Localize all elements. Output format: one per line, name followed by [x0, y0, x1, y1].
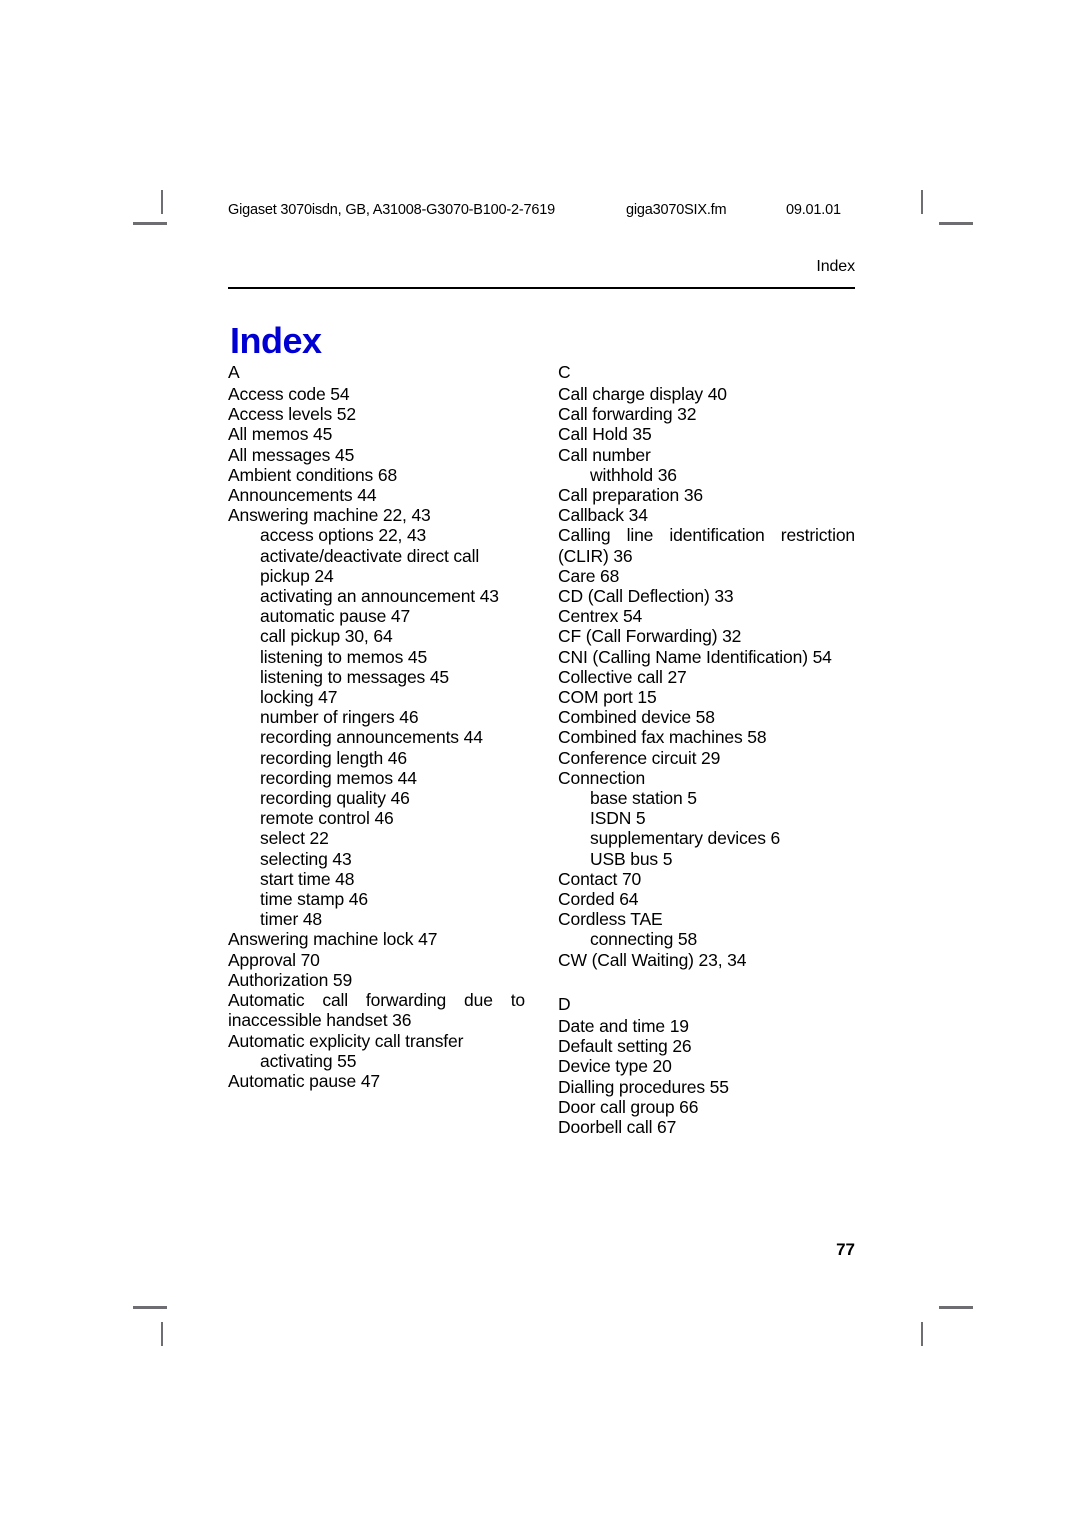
index-entry[interactable]: Corded 64 — [558, 889, 855, 909]
index-entry[interactable]: Callback 34 — [558, 505, 855, 525]
running-head: Index — [816, 258, 855, 275]
index-sub-entry[interactable]: selecting 43 — [228, 849, 525, 869]
index-entry[interactable]: Contact 70 — [558, 869, 855, 889]
index-letter-heading: A — [228, 362, 240, 382]
index-sub-entry[interactable]: time stamp 46 — [228, 889, 525, 909]
index-entry[interactable]: Combined fax machines 58 — [558, 727, 855, 747]
index-entry[interactable]: Date and time 19 — [558, 1016, 855, 1036]
index-sub-entry[interactable]: number of ringers 46 — [228, 707, 525, 727]
page-number: 77 — [836, 1240, 855, 1259]
index-entry[interactable]: Call Hold 35 — [558, 424, 855, 444]
index-entry[interactable]: COM port 15 — [558, 687, 855, 707]
index-entry[interactable]: Call forwarding 32 — [558, 404, 855, 424]
index-entry[interactable]: Centrex 54 — [558, 606, 855, 626]
production-header: Gigaset 3070isdn, GB, A31008-G3070-B100-… — [228, 198, 918, 222]
crop-mark-bottom-right-vertical — [921, 1322, 923, 1346]
index-entry[interactable]: Approval 70 — [228, 950, 525, 970]
document-id-text: Gigaset 3070isdn, GB, A31008-G3070-B100-… — [228, 202, 555, 218]
index-entry[interactable]: All memos 45 — [228, 424, 525, 444]
index-sub-entry[interactable]: base station 5 — [558, 788, 855, 808]
index-sub-entry[interactable]: ISDN 5 — [558, 808, 855, 828]
index-sub-entry[interactable]: select 22 — [228, 828, 525, 848]
index-entry[interactable]: Answering machine 22, 43 — [228, 505, 525, 525]
index-entry[interactable]: Automatic explicity call transfer — [228, 1031, 525, 1051]
crop-mark-bottom-right-horizontal — [939, 1306, 973, 1309]
index-sub-entry[interactable]: remote control 46 — [228, 808, 525, 828]
index-sub-entry[interactable]: supplementary devices 6 — [558, 828, 855, 848]
index-entry[interactable]: Authorization 59 — [228, 970, 525, 990]
index-entry[interactable]: Default setting 26 — [558, 1036, 855, 1056]
index-entry[interactable]: Access code 54 — [228, 384, 525, 404]
index-sub-entry[interactable]: recording memos 44 — [228, 768, 525, 788]
crop-mark-bottom-left-horizontal — [133, 1306, 167, 1309]
index-entry[interactable]: Access levels 52 — [228, 404, 525, 424]
index-entry[interactable]: Automatic pause 47 — [228, 1071, 525, 1091]
crop-mark-top-right-horizontal — [939, 222, 973, 225]
index-sub-entry[interactable]: timer 48 — [228, 909, 525, 929]
index-entry[interactable]: Automatic call forwarding due to inacces… — [228, 990, 525, 1030]
index-entry[interactable]: Dialling procedures 55 — [558, 1077, 855, 1097]
index-sub-entry[interactable]: locking 47 — [228, 687, 525, 707]
index-sub-entry[interactable]: connecting 58 — [558, 929, 855, 949]
index-entry[interactable]: Connection — [558, 768, 855, 788]
index-sub-entry[interactable]: activating 55 — [228, 1051, 525, 1071]
index-sub-entry[interactable]: withhold 36 — [558, 465, 855, 485]
index-entry[interactable]: Announcements 44 — [228, 485, 525, 505]
crop-mark-bottom-left-vertical — [161, 1322, 163, 1346]
index-entry[interactable]: Doorbell call 67 — [558, 1117, 855, 1137]
index-sub-entry[interactable]: activate/deactivate direct call pickup 2… — [228, 546, 525, 586]
index-sub-entry[interactable]: automatic pause 47 — [228, 606, 525, 626]
index-entry[interactable]: Call number — [558, 445, 855, 465]
index-sub-entry[interactable]: recording announcements 44 — [228, 727, 525, 747]
index-entry[interactable]: CNI (Calling Name Identification) 54 — [558, 647, 855, 667]
index-sub-entry[interactable]: access options 22, 43 — [228, 525, 525, 545]
index-entry[interactable]: Cordless TAE — [558, 909, 855, 929]
index-sub-entry[interactable]: recording quality 46 — [228, 788, 525, 808]
document-date-text: 09.01.01 — [786, 202, 841, 218]
index-column-left: A Access code 54 Access levels 52 All memos… — [228, 362, 525, 1137]
header-rule-divider — [228, 287, 855, 289]
index-entry[interactable]: Door call group 66 — [558, 1097, 855, 1117]
source-file-name-text: giga3070SIX.fm — [626, 202, 727, 218]
index-letter-heading: D — [558, 993, 571, 1014]
index-entry[interactable]: Combined device 58 — [558, 707, 855, 727]
index-sub-entry[interactable]: USB bus 5 — [558, 849, 855, 869]
index-entry[interactable]: Calling line identification restriction … — [558, 525, 855, 565]
index-entry[interactable]: All messages 45 — [228, 445, 525, 465]
index-entry[interactable]: Conference circuit 29 — [558, 748, 855, 768]
index-entry[interactable]: Collective call 27 — [558, 667, 855, 687]
index-sub-entry[interactable]: start time 48 — [228, 869, 525, 889]
page-title: Index — [230, 320, 322, 362]
index-sub-entry[interactable]: listening to memos 45 — [228, 647, 525, 667]
index-entry[interactable]: Device type 20 — [558, 1056, 855, 1076]
index-entry[interactable]: Call preparation 36 — [558, 485, 855, 505]
index-sub-entry[interactable]: activating an announcement 43 — [228, 586, 525, 606]
index-entry[interactable]: Ambient conditions 68 — [228, 465, 525, 485]
crop-mark-top-left-horizontal — [133, 222, 167, 225]
crop-mark-top-left-vertical — [161, 190, 163, 214]
index-sub-entry[interactable]: recording length 46 — [228, 748, 525, 768]
index-entry[interactable]: CW (Call Waiting) 23, 34 — [558, 950, 855, 970]
index-entry[interactable]: Call charge display 40 — [558, 384, 855, 404]
index-entry[interactable]: Care 68 — [558, 566, 855, 586]
index-column-right: C Call charge display 40 Call forwarding 3… — [558, 362, 855, 1137]
index-sub-entry[interactable]: listening to messages 45 — [228, 667, 525, 687]
index-sub-entry[interactable]: call pickup 30, 64 — [228, 626, 525, 646]
index-letter-heading: C — [558, 362, 571, 382]
crop-mark-top-right-vertical — [921, 190, 923, 214]
index-body: A Access code 54 Access levels 52 All memos… — [228, 362, 855, 1137]
index-entry[interactable]: CF (Call Forwarding) 32 — [558, 626, 855, 646]
index-entry[interactable]: Answering machine lock 47 — [228, 929, 525, 949]
index-entry[interactable]: CD (Call Deflection) 33 — [558, 586, 855, 606]
